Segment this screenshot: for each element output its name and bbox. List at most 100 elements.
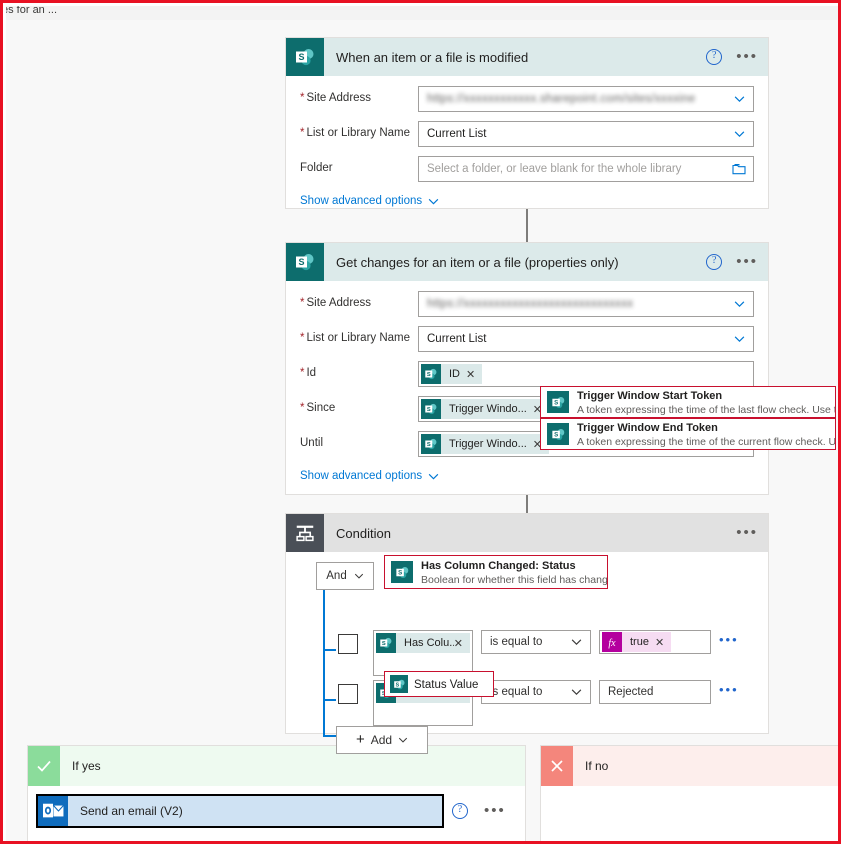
field-label: * List or Library Name (300, 121, 418, 139)
function-icon: fx (602, 632, 622, 652)
chevron-down-icon[interactable] (734, 96, 745, 103)
field-label-text: Until (300, 437, 324, 449)
sharepoint-icon: S (421, 399, 441, 419)
condition-operator-value: is equal to (490, 686, 543, 698)
trigger-window-end-token-callout[interactable]: S Trigger Window End Token A token expre… (540, 418, 836, 450)
token-chip[interactable]: S Trigger Windo... ✕ (421, 399, 549, 419)
site-address-value: https://xxxxxxxxxxxx.sharepoint.com/site… (427, 93, 696, 105)
more-menu-icon[interactable]: ••• (736, 254, 758, 269)
chevron-down-icon (428, 473, 439, 479)
list-name-value: Current List (427, 333, 487, 345)
svg-text:S: S (382, 641, 386, 647)
send-email-action-card[interactable]: Send an email (V2) (36, 794, 444, 828)
get-changes-card-header[interactable]: S Get changes for an item or a file (pro… (286, 243, 768, 281)
field-site-address: * Site Address https://xxxxxxxxxxxxxxxxxx… (300, 291, 754, 317)
sharepoint-icon: S (421, 364, 441, 384)
help-icon[interactable]: ? (452, 803, 468, 819)
callout-text: Trigger Window End Token A token express… (577, 420, 835, 448)
chevron-down-icon[interactable] (734, 336, 745, 343)
token-label: true (630, 636, 649, 648)
field-control: S ID ✕ (418, 361, 754, 387)
field-control: Select a folder, or leave blank for the … (418, 156, 754, 182)
get-changes-card[interactable]: S Get changes for an item or a file (pro… (285, 242, 769, 495)
callout-text: Has Column Changed: Status Boolean for w… (421, 558, 607, 586)
token-chip[interactable]: S Trigger Windo... ✕ (421, 434, 549, 454)
token-label: Has Colu... (404, 637, 454, 649)
sharepoint-icon: S (376, 633, 396, 653)
condition-field-box[interactable]: S Has Colu... ✕ (373, 630, 473, 676)
more-menu-icon[interactable]: ••• (484, 803, 506, 818)
trigger-card[interactable]: S When an item or a file is modified ? •… (285, 37, 769, 209)
list-name-input[interactable]: Current List (418, 121, 754, 147)
token-chip[interactable]: S ID ✕ (421, 364, 483, 384)
show-advanced-options-link[interactable]: Show advanced options (300, 195, 439, 207)
status-value-callout[interactable]: S Status Value (384, 671, 494, 697)
callout-title: Trigger Window End Token (577, 422, 718, 434)
row-more-menu-icon[interactable]: ••• (719, 683, 739, 696)
send-email-action-controls: ? ••• (452, 794, 506, 828)
if-yes-branch: If yes Send an email (V2) ? ••• (27, 745, 526, 841)
flow-designer-canvas: S When an item or a file is modified ? •… (6, 20, 838, 841)
has-column-changed-callout[interactable]: S Has Column Changed: Status Boolean for… (384, 555, 608, 589)
add-condition-button[interactable]: + Add (336, 726, 428, 754)
row-more-menu-icon[interactable]: ••• (719, 633, 739, 646)
list-name-input[interactable]: Current List (418, 326, 754, 352)
site-address-input[interactable]: https://xxxxxxxxxxxx.sharepoint.com/site… (418, 86, 754, 112)
svg-text:fx: fx (608, 638, 616, 649)
folder-input[interactable]: Select a folder, or leave blank for the … (418, 156, 754, 182)
callout-title: Status Value (414, 679, 479, 691)
folder-placeholder: Select a folder, or leave blank for the … (427, 163, 682, 175)
help-icon[interactable]: ? (706, 254, 723, 270)
callout-description: A token expressing the time of the last … (577, 404, 835, 416)
outlook-icon (38, 796, 68, 826)
svg-text:S: S (554, 431, 558, 438)
site-address-input[interactable]: https://xxxxxxxxxxxxxxxxxxxxxxxxxxxx (418, 291, 754, 317)
id-token-input[interactable]: S ID ✕ (418, 361, 754, 387)
if-no-branch: If no (540, 745, 838, 841)
remove-token-icon[interactable]: ✕ (655, 636, 671, 649)
condition-row-checkbox[interactable] (338, 634, 358, 654)
condition-operator-select[interactable]: is equal to (481, 630, 591, 654)
field-label-text: Site Address (306, 92, 372, 104)
callout-title: Trigger Window Start Token (577, 390, 723, 402)
sharepoint-icon: S (547, 391, 569, 413)
chevron-down-icon[interactable] (734, 301, 745, 308)
remove-token-icon[interactable]: ✕ (466, 368, 482, 381)
folder-icon[interactable] (732, 163, 746, 175)
condition-card-title: Condition (336, 525, 391, 541)
chevron-down-icon[interactable] (734, 131, 745, 138)
callout-text: Status Value (414, 677, 478, 691)
callout-description: A token expressing the time of the curre… (577, 436, 835, 448)
field-control: Current List (418, 326, 754, 352)
remove-token-icon[interactable]: ✕ (454, 637, 470, 650)
sharepoint-icon: S (421, 434, 441, 454)
condition-operator-dropdown[interactable]: And (316, 562, 374, 590)
show-advanced-options-link[interactable]: Show advanced options (300, 470, 439, 482)
trigger-card-header[interactable]: S When an item or a file is modified ? •… (286, 38, 768, 76)
field-label: * Since (300, 396, 418, 414)
svg-text:S: S (554, 399, 558, 406)
get-changes-card-actions: ? ••• (706, 243, 758, 281)
condition-card[interactable]: Condition ••• And S Has Colu... ✕ is equ… (285, 513, 769, 754)
field-label-text: Site Address (306, 297, 372, 309)
condition-card-actions: ••• (736, 514, 758, 552)
condition-operator-select[interactable]: is equal to (481, 680, 591, 704)
callout-text: Trigger Window Start Token A token expre… (577, 388, 835, 416)
expression-token-chip[interactable]: fx true ✕ (602, 632, 672, 652)
trigger-card-body: * Site Address https://xxxxxxxxxxxx.share… (286, 76, 768, 219)
if-yes-label: If yes (72, 759, 101, 773)
field-label-text: Since (306, 402, 336, 414)
trigger-window-start-token-callout[interactable]: S Trigger Window Start Token A token exp… (540, 386, 836, 418)
condition-card-header[interactable]: Condition ••• (286, 514, 768, 552)
svg-text:S: S (398, 569, 402, 576)
if-no-label: If no (585, 759, 609, 773)
more-menu-icon[interactable]: ••• (736, 525, 758, 540)
condition-value-box[interactable]: fx true ✕ (599, 630, 711, 654)
help-icon[interactable]: ? (706, 49, 723, 65)
more-menu-icon[interactable]: ••• (736, 49, 758, 64)
condition-value-input[interactable]: Rejected (599, 680, 711, 704)
token-chip[interactable]: S Has Colu... ✕ (376, 633, 470, 653)
get-changes-card-title: Get changes for an item or a file (prope… (336, 254, 619, 270)
condition-row-checkbox[interactable] (338, 684, 358, 704)
field-label-text: Folder (300, 162, 333, 174)
